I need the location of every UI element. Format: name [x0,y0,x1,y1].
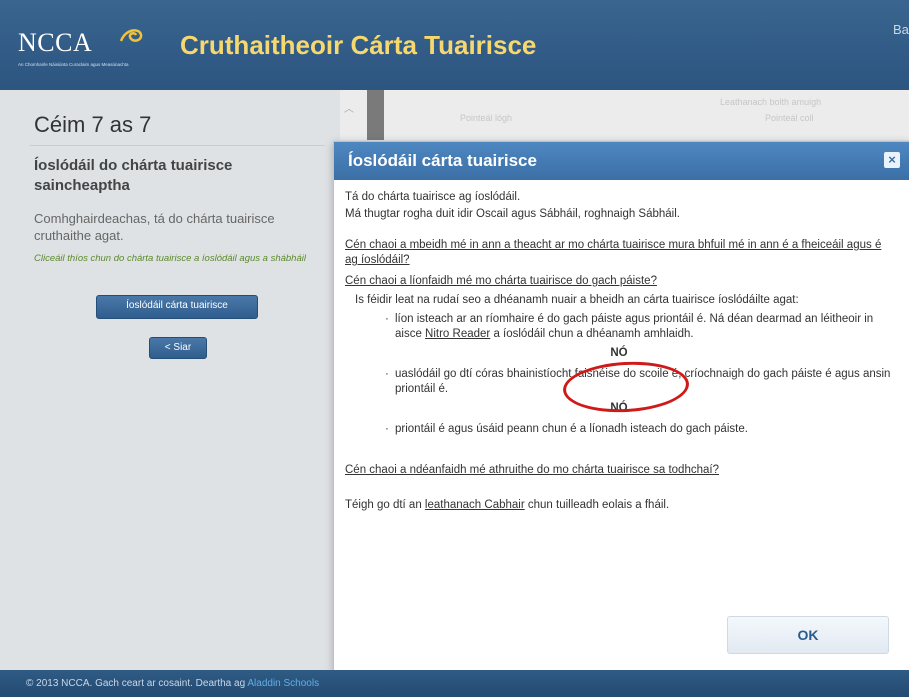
chevron-up-icon[interactable]: ︿ [344,100,354,115]
nitro-reader-link[interactable]: Nitro Reader [425,328,490,340]
step-title: Céim 7 as 7 [34,112,152,137]
list-item: priontáil é agus úsáid peann chun é a lí… [385,422,893,437]
logo-subtitle: An Chomhairle Náisiúnta Curaclaim agus M… [18,62,129,67]
ok-button[interactable]: OK [727,616,889,654]
list-item: líon isteach ar an ríomhaire é do gach p… [385,312,893,342]
congrats-text: Comhghairdeachas, tá do chárta tuairisce… [34,211,275,243]
dialog-body: Tá do chárta tuairisce ag íoslódáil. Má … [345,190,893,519]
help-post: chun tuilleadh eolais a fháil. [524,499,670,511]
faq-link-fill-report[interactable]: Cén chaoi a líonfaidh mé mo chárta tuair… [345,275,657,287]
section-heading: Íoslódáil do chárta tuairisce saincheapt… [34,157,233,194]
status-text: Tá do chárta tuairisce ag íoslódáil. [345,191,521,203]
back-button[interactable]: < Siar [149,337,207,359]
footer-brand-link[interactable]: Aladdin Schools [247,678,319,689]
download-report-card-button[interactable]: Íoslódáil cárta tuairisce [96,295,258,319]
background-table [340,90,909,140]
help-text: Téigh go dtí an leathanach Cabhair chun … [345,498,893,513]
faq-3: Cén chaoi a ndéanfaidh mé athruithe do m… [345,463,893,478]
close-icon[interactable]: × [884,152,900,168]
app-title: Cruthaitheoir Cárta Tuairisce [180,30,537,60]
left-panel: Céim 7 as 7 Íoslódáil do chárta tuairisc… [0,90,335,670]
faq-link-find-report[interactable]: Cén chaoi a mbeidh mé in ann a theacht a… [345,239,881,266]
divider [30,145,325,146]
faq-2: Cén chaoi a líonfaidh mé mo chárta tuair… [345,274,893,289]
logo-swirl-icon [119,29,143,42]
bullet-text: a íoslódáil chun a dhéanamh amhlaidh. [490,328,694,340]
background-col-header: Pointeál lógh [460,113,513,123]
faq-link-change-report[interactable]: Cén chaoi a ndéanfaidh mé athruithe do m… [345,464,719,476]
faq-1: Cén chaoi a mbeidh mé in ann a theacht a… [345,238,893,268]
options-intro: Is féidir leat na rudaí seo a dhéanamh n… [355,294,799,306]
background-col-header: Leathanach bolth amuigh [720,97,822,107]
logo-text: NCCA [18,28,93,57]
help-pre: Téigh go dtí an [345,499,425,511]
background-scrollbar[interactable] [367,90,384,140]
background-col-header: Pointeál coll [765,113,814,123]
download-hint: Cliceáil thíos chun do chárta tuairisce … [34,253,306,264]
app-header: NCCA An Chomhairle Náisiúnta Curaclaim a… [0,0,909,90]
dialog-title: Íoslódáil cárta tuairisce [334,142,909,180]
copyright-text: © 2013 NCCA. Gach ceart ar cosaint. Dear… [26,678,248,689]
header-right-text[interactable]: Ba [893,22,909,37]
save-instruction: Má thugtar rogha duit idir Oscail agus S… [345,208,680,220]
footer: © 2013 NCCA. Gach ceart ar cosaint. Dear… [0,670,909,697]
or-separator: NÓ [610,347,628,359]
help-page-link[interactable]: leathanach Cabhair [425,499,525,511]
